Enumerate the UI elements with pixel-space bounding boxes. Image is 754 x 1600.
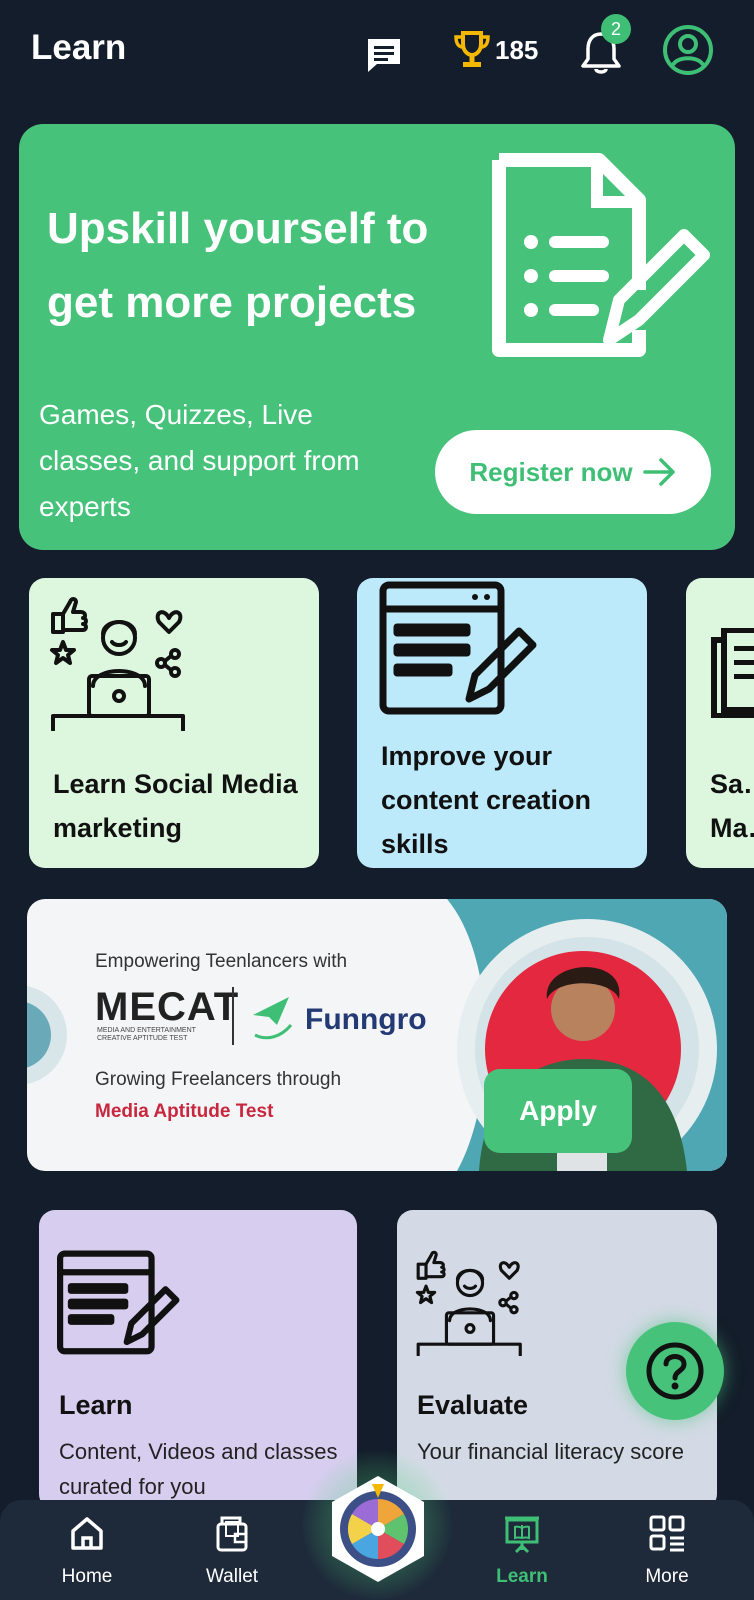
register-now-label: Register now: [469, 456, 633, 487]
funngro-logo-icon: [253, 997, 293, 1040]
learn-card-description: Content, Videos and classes curated for …: [59, 1439, 338, 1499]
nav-wallet[interactable]: Wallet: [177, 1514, 287, 1594]
mecat-logo-subtitle: MEDIA AND ENTERTAINMENT CREATIVE APTITUD…: [97, 1027, 196, 1042]
skill-cards-carousel[interactable]: Learn Social Media marketing Improve you…: [0, 578, 754, 868]
evaluate-card-title: Evaluate: [417, 1390, 529, 1420]
document-edit-icon: [492, 153, 710, 357]
mecat-growing-text: Growing Freelancers through: [95, 1069, 342, 1090]
question-icon: [646, 1342, 704, 1400]
mecat-empowering-text: Empowering Teenlancers with: [95, 951, 348, 972]
skill-card-label: Improve your content creation skills: [381, 741, 592, 859]
skill-card-social-media[interactable]: Learn Social Media marketing: [29, 578, 319, 868]
skill-card-label: Learn Social Media marketing: [53, 769, 298, 843]
evaluate-card-description: Your financial literacy score: [417, 1439, 684, 1464]
skill-card-sales[interactable]: Sa… Ma…: [686, 578, 754, 868]
trophy-icon[interactable]: [453, 30, 491, 70]
mecat-banner[interactable]: Empowering Teenlancers with MECAT MEDIA …: [27, 899, 727, 1171]
skill-card-label: Sa… Ma…: [710, 769, 754, 843]
logo-divider: [232, 987, 234, 1045]
nav-learn[interactable]: Learn: [467, 1514, 577, 1594]
funngro-logo: Funngro: [305, 1003, 427, 1036]
nav-wallet-label: Wallet: [205, 1566, 259, 1587]
register-now-button[interactable]: Register now: [435, 430, 711, 514]
app-header: Learn 185 2: [0, 0, 754, 100]
hero-subtext: Games, Quizzes, Live classes, and suppor…: [39, 399, 360, 522]
nav-more[interactable]: More: [612, 1514, 722, 1594]
profile-icon[interactable]: [662, 24, 714, 76]
social-media-marketer-icon: [50, 597, 185, 731]
chat-icon[interactable]: [363, 34, 405, 76]
hero-headline: Upskill yourself to get more projects: [47, 204, 429, 327]
nav-learn-label: Learn: [496, 1566, 548, 1587]
spin-wheel-icon[interactable]: [328, 1474, 428, 1584]
help-button[interactable]: [626, 1322, 724, 1420]
nav-more-label: More: [645, 1566, 689, 1587]
grid-menu-icon: [649, 1515, 685, 1552]
page-title: Learn: [31, 28, 127, 67]
nav-home[interactable]: Home: [32, 1514, 142, 1594]
home-icon: [71, 1517, 103, 1550]
notification-badge: 2: [601, 14, 631, 44]
nav-home-label: Home: [61, 1566, 113, 1587]
upskill-banner[interactable]: Upskill yourself to get more projects Ga…: [19, 124, 735, 550]
learn-card[interactable]: Learn Content, Videos and classes curate…: [39, 1210, 357, 1510]
content-editor-icon: [379, 581, 537, 715]
arrow-right-icon: [642, 458, 675, 486]
learn-board-icon: [505, 1516, 539, 1554]
social-media-marketer-icon: [415, 1250, 522, 1356]
content-editor-icon: [57, 1250, 180, 1355]
skill-card-content-creation[interactable]: Improve your content creation skills: [357, 578, 647, 868]
wallet-icon: [216, 1516, 248, 1552]
mecat-logo: MECAT: [95, 985, 240, 1029]
apply-button[interactable]: Apply: [484, 1069, 632, 1153]
learn-card-title: Learn: [59, 1390, 133, 1420]
documents-icon: [711, 628, 754, 718]
media-aptitude-test-text: Media Aptitude Test: [95, 1101, 274, 1122]
trophy-count: 185: [495, 35, 539, 65]
